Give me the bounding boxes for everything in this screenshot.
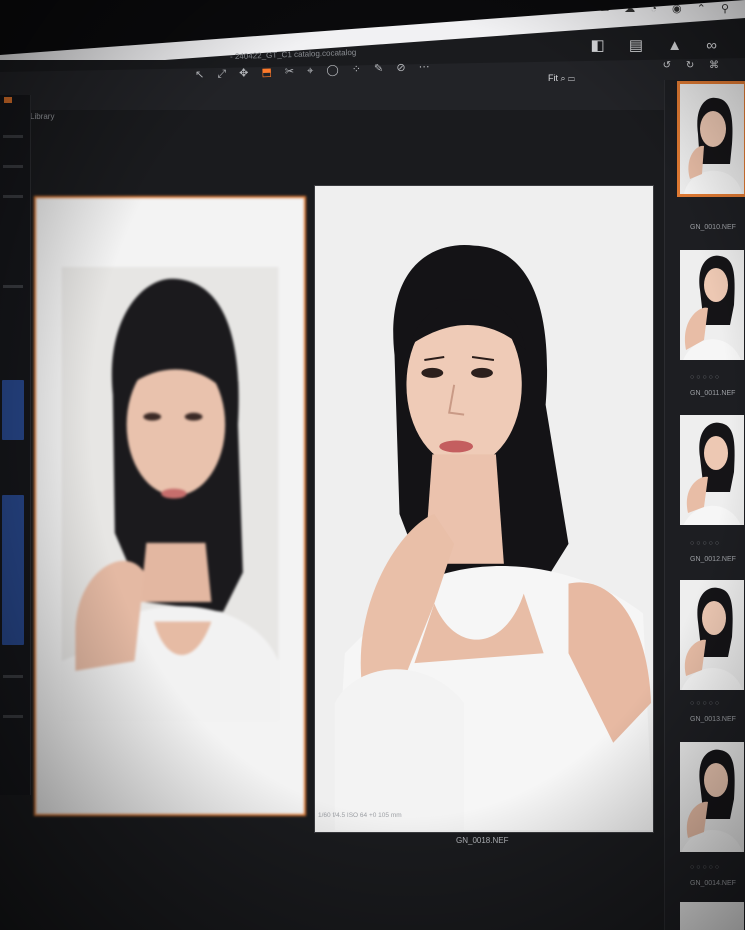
compare-view-icon[interactable]: ◧	[591, 37, 615, 54]
thumbnail[interactable]	[680, 250, 744, 360]
secondary-viewer[interactable]	[34, 196, 306, 816]
edit-tools: ↺ ↻ ⌘	[663, 60, 725, 71]
thumbnail-filename: GN_0011.NEF	[690, 390, 736, 397]
command-icon[interactable]: ⌘	[709, 60, 725, 71]
picker-tool-icon[interactable]: ⌖	[307, 65, 319, 77]
zoom-control[interactable]: Fit ⌕ ▭	[548, 73, 575, 84]
sidebar-tab-icon[interactable]	[3, 675, 23, 678]
rating-stars[interactable]: ○○○○○	[690, 374, 721, 381]
active-tab-marker	[4, 97, 12, 103]
rating-stars[interactable]: ○○○○○	[690, 864, 721, 871]
thumbnail-filename: GN_0014.NEF	[690, 880, 736, 887]
exif-readout: 1/60 f/4.5 ISO 64 +0 105 mm	[318, 812, 402, 819]
thumbnail-photo	[680, 250, 744, 360]
undo-icon[interactable]: ↺	[663, 60, 677, 71]
pointer-tool-icon[interactable]: ↖	[195, 69, 210, 81]
pattern-tool-icon[interactable]: ⁘	[352, 63, 367, 75]
library-tab[interactable]: Library	[30, 112, 54, 121]
portrait-photo-blurred	[61, 266, 279, 721]
thumbnail[interactable]	[680, 415, 744, 525]
rating-stars[interactable]: ○○○○○	[690, 540, 721, 547]
more-tools-icon[interactable]: ⋯	[418, 61, 434, 74]
sidebar-tab-icon[interactable]	[3, 285, 23, 288]
histogram-bar	[2, 380, 24, 440]
crop-tool-icon[interactable]: ⬒	[261, 66, 277, 79]
proof-icon[interactable]: ∞	[706, 37, 727, 54]
primary-viewer[interactable]	[314, 185, 654, 833]
thumbnail[interactable]	[680, 902, 744, 930]
circle-tool-icon[interactable]: ◯	[326, 64, 344, 77]
tool-tabs-sidebar	[0, 95, 31, 795]
thumbnail[interactable]	[677, 81, 745, 197]
pan-tool-icon[interactable]: ⤢	[217, 68, 231, 80]
redo-icon[interactable]: ↻	[686, 60, 700, 71]
thumbnail-filename: GN_0013.NEF	[690, 716, 736, 723]
erase-tool-icon[interactable]: ⊘	[396, 62, 411, 74]
thumbnail[interactable]	[680, 742, 744, 852]
primary-filename: GN_0018.NEF	[456, 836, 509, 845]
thumbnail-filename: GN_0010.NEF	[690, 224, 736, 231]
sidebar-tab-icon[interactable]	[3, 135, 23, 138]
sidebar-tab-icon[interactable]	[3, 715, 23, 718]
move-tool-icon[interactable]: ✥	[239, 67, 254, 79]
cut-tool-icon[interactable]: ✂	[285, 66, 300, 78]
sidebar-tab-icon[interactable]	[3, 195, 23, 198]
thumbnail[interactable]	[680, 580, 744, 690]
brush-tool-icon[interactable]: ✎	[374, 62, 389, 74]
rating-stars[interactable]: ○○○○○	[690, 700, 721, 707]
sidebar-tab-icon[interactable]	[3, 165, 23, 168]
levels-bar	[2, 495, 24, 645]
view-tools: ◧ ▤ ▲ ∞	[591, 36, 727, 54]
thumbnail-photo	[680, 742, 744, 852]
exposure-warning-icon[interactable]: ▲	[667, 37, 692, 54]
thumbnail-photo	[680, 580, 744, 690]
menubar-status-icons[interactable]: ✉ ☁ ◔ ◉ ⌃ ⚲	[600, 2, 735, 15]
portrait-photo	[315, 186, 653, 831]
thumbnail-filename: GN_0012.NEF	[690, 556, 736, 563]
grid-view-icon[interactable]: ▤	[629, 37, 653, 54]
thumbnail-photo	[680, 84, 744, 194]
thumbnail-photo	[680, 415, 744, 525]
